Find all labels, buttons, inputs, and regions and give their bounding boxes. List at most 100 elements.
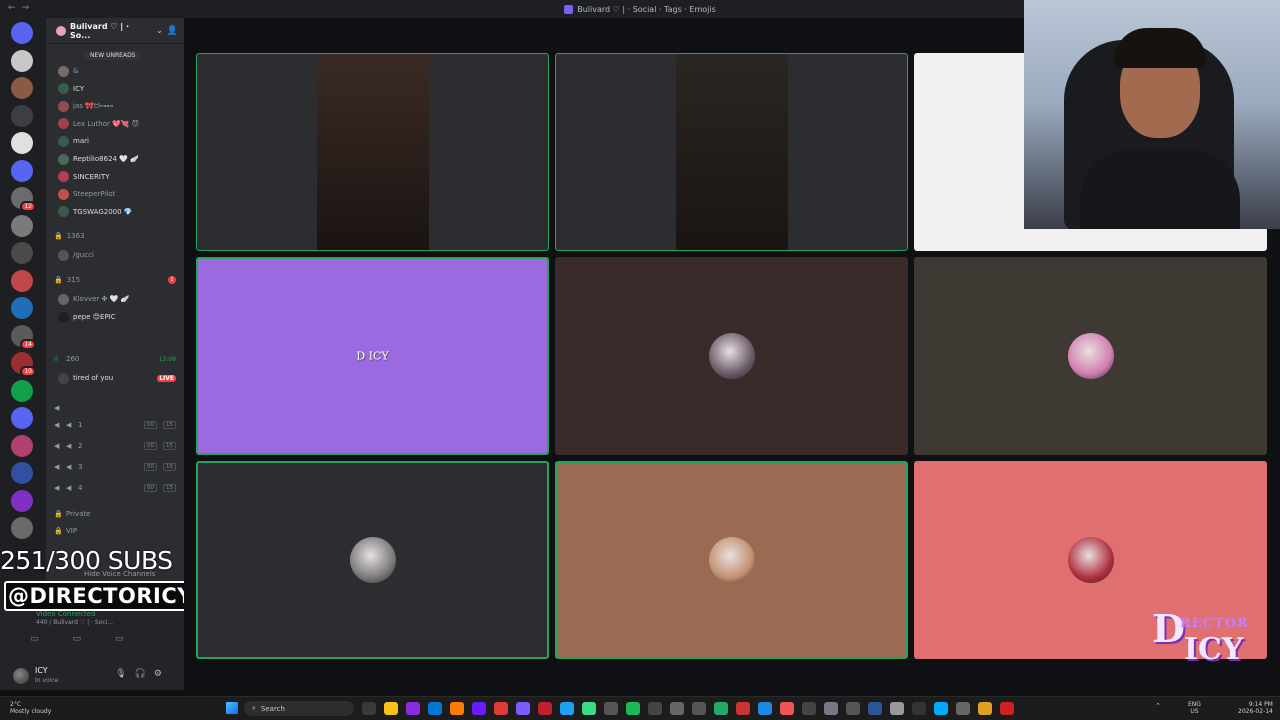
voice-channel[interactable]: ◀ ◀ 4 00 15	[46, 481, 184, 495]
taskbar-app-icon[interactable]	[978, 702, 992, 715]
server-icon[interactable]	[11, 517, 33, 539]
server-icon[interactable]	[11, 77, 33, 99]
server-icon[interactable]	[11, 214, 33, 237]
voice-member[interactable]: mari	[46, 134, 184, 148]
voice-member[interactable]: Reptilio8624 🤍 🪽	[46, 152, 184, 166]
voice-member[interactable]: SINCERITY	[46, 170, 184, 184]
server-icon[interactable]	[11, 462, 33, 484]
server-icon[interactable]	[11, 22, 33, 44]
taskbar-app-icon[interactable]	[912, 702, 926, 715]
voice-member[interactable]: TGSWAG2000 💎	[46, 205, 184, 219]
voice-member[interactable]: ICY	[46, 82, 184, 96]
invite-people-icon[interactable]: 👤	[167, 26, 178, 36]
channel-vip[interactable]: 🔒 VIP	[46, 524, 184, 538]
taskbar-app-icon[interactable]	[582, 702, 596, 715]
server-icon[interactable]: 12	[11, 187, 36, 212]
live-badge: LIVE	[157, 374, 176, 382]
taskbar-app-icon[interactable]	[670, 702, 684, 715]
taskbar-app-icon[interactable]	[362, 702, 376, 715]
server-icon[interactable]	[11, 434, 33, 457]
voice-member[interactable]: jas 🎀ᗢ⊶⊷	[46, 99, 184, 113]
video-tile-1[interactable]	[196, 53, 549, 251]
clock[interactable]: 9:14 PM 2026-02-14	[1238, 701, 1273, 715]
weather-widget[interactable]: 2°C Mostly cloudy	[10, 701, 51, 715]
user-controls-icons[interactable]: 🎙🎧⚙	[115, 669, 170, 679]
server-icon[interactable]: 10	[11, 352, 36, 377]
taskbar-search[interactable]: ⌕ Search	[244, 701, 354, 716]
avatar	[58, 293, 69, 305]
voice-member[interactable]: Lex Luthor 💖💘 😈	[46, 117, 184, 131]
taskbar-app-icon[interactable]	[714, 702, 728, 715]
taskbar-app-icon[interactable]	[824, 702, 838, 715]
voice-controls-icons[interactable]: ▭▭▭	[30, 634, 158, 644]
taskbar-app-icon[interactable]	[890, 702, 904, 715]
start-button[interactable]	[226, 702, 238, 714]
taskbar-app-icon[interactable]	[1000, 702, 1014, 715]
channel-1363[interactable]: 🔒 1363	[46, 229, 184, 243]
taskbar-app-icon[interactable]	[604, 702, 618, 715]
video-tile-4[interactable]: D ICY	[196, 257, 549, 455]
system-tray[interactable]: ⌃	[1155, 702, 1161, 710]
director-icy-logo: D RECTOR ICY	[1152, 606, 1249, 667]
voice-channel[interactable]: ◀ ◀ 1 00 15	[46, 418, 184, 432]
voice-channel-name: 4	[78, 484, 83, 492]
voice-channel[interactable]: ◀ ◀ 3 00 15	[46, 460, 184, 474]
channel-speaker[interactable]: ◀	[46, 401, 184, 415]
server-icon[interactable]	[11, 407, 33, 429]
taskbar-app-icon[interactable]	[626, 702, 640, 715]
avatar	[58, 118, 69, 130]
taskbar-app-icon[interactable]	[956, 702, 970, 715]
voice-member-gucci[interactable]: /gucci	[46, 248, 184, 262]
server-icon[interactable]	[11, 132, 33, 154]
voice-member-pepe[interactable]: pepe 😊EPIC	[46, 310, 184, 324]
taskbar-app-icon[interactable]	[934, 702, 948, 715]
back-forward-icons[interactable]: ←→	[8, 3, 35, 13]
voice-location[interactable]: 440 / Bulivard ♡ | · Soci...	[36, 619, 113, 626]
voice-member-klovver[interactable]: Klovver ✤ 🤍 🪽	[46, 292, 184, 306]
server-icon[interactable]	[11, 269, 33, 292]
taskbar-app-icon[interactable]	[406, 702, 420, 715]
taskbar-app-icon[interactable]	[516, 702, 530, 715]
voice-member[interactable]: &	[46, 64, 184, 78]
server-icon[interactable]	[11, 297, 33, 319]
new-unreads-pill[interactable]: NEW UNREADS	[84, 51, 142, 60]
taskbar-app-icon[interactable]	[780, 702, 794, 715]
video-tile-2[interactable]	[555, 53, 908, 251]
taskbar-app-icon[interactable]	[428, 702, 442, 715]
server-icon[interactable]	[11, 379, 33, 402]
taskbar-app-icon[interactable]	[384, 702, 398, 715]
voice-channel[interactable]: ◀ ◀ 2 00 15	[46, 439, 184, 453]
taskbar-app-icon[interactable]	[538, 702, 552, 715]
taskbar-app-icon[interactable]	[736, 702, 750, 715]
taskbar-app-icon[interactable]	[868, 702, 882, 715]
taskbar-app-icon[interactable]	[648, 702, 662, 715]
server-icon[interactable]	[11, 242, 33, 264]
taskbar-app-icon[interactable]	[494, 702, 508, 715]
voice-member[interactable]: SteeperPilot	[46, 187, 184, 201]
taskbar-app-icon[interactable]	[758, 702, 772, 715]
lock-icon: 🔒	[54, 527, 63, 535]
server-icon[interactable]: 14	[11, 324, 36, 350]
taskbar-app-icon[interactable]	[472, 702, 486, 715]
channel-private[interactable]: 🔒 Private	[46, 507, 184, 521]
video-tile-8[interactable]	[555, 461, 908, 659]
voice-member-tired[interactable]: tired of you LIVE	[46, 371, 184, 385]
video-tile-6[interactable]	[914, 257, 1267, 455]
taskbar-app-icon[interactable]	[560, 702, 574, 715]
server-icon[interactable]	[11, 489, 33, 512]
taskbar-app-icon[interactable]	[450, 702, 464, 715]
server-icon[interactable]	[11, 49, 33, 72]
avatar	[58, 188, 69, 200]
channel-260[interactable]: ıl 260 13:09	[46, 352, 184, 366]
taskbar-app-icon[interactable]	[692, 702, 706, 715]
guild-header[interactable]: Bulivard ♡ | · So... ⌄ 👤	[46, 18, 184, 44]
taskbar-app-icon[interactable]	[846, 702, 860, 715]
channel-315[interactable]: 🔒 315 1	[46, 273, 184, 287]
video-tile-7[interactable]	[196, 461, 549, 659]
server-icon[interactable]	[11, 104, 33, 127]
avatar[interactable]	[13, 668, 29, 684]
server-icon[interactable]	[11, 159, 33, 182]
taskbar-app-icon[interactable]	[802, 702, 816, 715]
language-indicator[interactable]: ENG US	[1188, 701, 1201, 715]
video-tile-5[interactable]	[555, 257, 908, 455]
